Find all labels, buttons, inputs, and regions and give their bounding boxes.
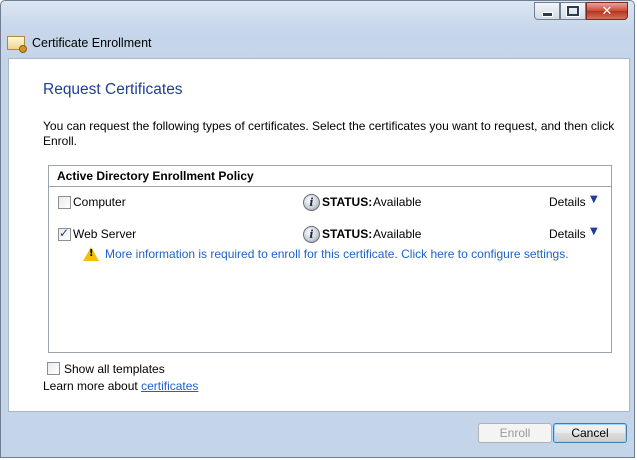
warning-row: ! More information is required to enroll…: [83, 246, 603, 264]
status-label: STATUS:: [322, 227, 373, 241]
status-value: Available: [373, 227, 422, 241]
policy-header: Active Directory Enrollment Policy: [49, 166, 611, 187]
details-toggle[interactable]: Details: [549, 227, 586, 241]
info-icon: i: [303, 226, 320, 243]
certificate-row-web-server: Web Server i STATUS: Available Details ▼: [49, 226, 611, 244]
page-title: Request Certificates: [43, 81, 183, 98]
close-icon: ✕: [601, 3, 613, 19]
caption-buttons: ✕: [534, 2, 628, 20]
button-bar: Enroll Cancel: [8, 411, 628, 455]
learn-more-text: Learn more about: [43, 379, 142, 393]
certificate-icon: [7, 36, 27, 53]
certificate-row-computer: Computer i STATUS: Available Details ▼: [49, 194, 611, 212]
wizard-header: Certificate Enrollment: [2, 29, 633, 57]
status-value: Available: [373, 195, 422, 209]
warning-mark: !: [89, 248, 94, 259]
details-toggle[interactable]: Details: [549, 195, 586, 209]
info-icon: i: [303, 194, 320, 211]
certificate-name: Computer: [73, 195, 126, 209]
certificates-link[interactable]: certificates: [141, 379, 198, 393]
chevron-down-icon[interactable]: ▼: [590, 226, 598, 237]
close-button[interactable]: ✕: [586, 2, 628, 20]
minimize-icon: [541, 11, 553, 17]
wizard-content: Request Certificates You can request the…: [8, 58, 630, 412]
title-bar[interactable]: ✕: [1, 1, 634, 29]
learn-more: Learn more about certificates: [43, 379, 198, 393]
enroll-button[interactable]: Enroll: [478, 423, 552, 443]
cancel-button[interactable]: Cancel: [553, 423, 627, 443]
status-label: STATUS:: [322, 195, 373, 209]
maximize-button[interactable]: [560, 2, 586, 20]
web-server-checkbox[interactable]: [58, 226, 71, 241]
intro-text: You can request the following types of c…: [43, 119, 615, 148]
chevron-down-icon[interactable]: ▼: [590, 194, 598, 205]
computer-checkbox[interactable]: [58, 196, 71, 209]
certificate-enrollment-window: ✕ Certificate Enrollment Request Certifi…: [0, 0, 635, 458]
minimize-button[interactable]: [534, 2, 560, 20]
show-all-templates-label[interactable]: Show all templates: [64, 362, 165, 376]
certificate-name: Web Server: [73, 227, 137, 241]
configure-settings-link[interactable]: More information is required to enroll f…: [105, 247, 569, 261]
show-all-templates-checkbox[interactable]: [47, 362, 60, 375]
maximize-icon: [567, 6, 579, 16]
window-title: Certificate Enrollment: [32, 36, 152, 50]
enrollment-policy-list: Active Directory Enrollment Policy Compu…: [48, 165, 612, 353]
